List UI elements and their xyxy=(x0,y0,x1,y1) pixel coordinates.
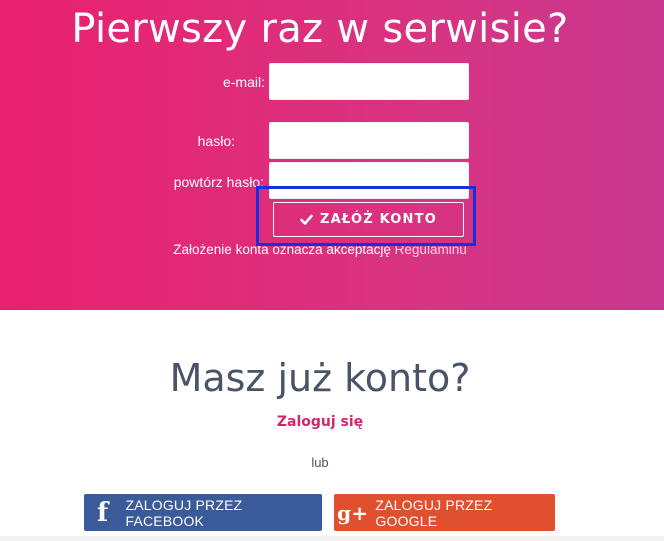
login-link[interactable]: Zaloguj się xyxy=(0,414,640,430)
password-field[interactable] xyxy=(269,122,469,159)
create-account-button[interactable]: ZAŁÓŻ KONTO xyxy=(273,202,464,237)
google-login-label: ZALOGUJ PRZEZ GOOGLE xyxy=(375,496,493,529)
email-field[interactable] xyxy=(269,63,469,100)
create-account-label: ZAŁÓŻ KONTO xyxy=(320,212,437,227)
password-repeat-label: powtórz hasło: xyxy=(173,174,264,190)
facebook-login-label: ZALOGUJ PRZEZ FACEBOOK xyxy=(125,496,243,529)
terms-link[interactable]: Regulaminu xyxy=(395,242,467,257)
or-separator: lub xyxy=(311,455,329,470)
google-plus-icon: g+ xyxy=(337,500,369,525)
terms-text: Założenie konta oznacza akceptację xyxy=(173,242,395,257)
facebook-icon: f xyxy=(97,497,109,528)
footer-divider xyxy=(0,536,664,541)
email-label: e-mail: xyxy=(222,74,265,90)
password-label: hasło: xyxy=(197,133,235,149)
terms-notice: Założenie konta oznacza akceptację Regul… xyxy=(0,242,640,257)
google-login-button[interactable]: g+ ZALOGUJ PRZEZ GOOGLE xyxy=(334,494,555,531)
password-repeat-field[interactable] xyxy=(269,162,469,199)
register-title: Pierwszy raz w serwisie? xyxy=(71,6,569,52)
register-section: Pierwszy raz w serwisie? e-mail: hasło: … xyxy=(0,0,664,310)
facebook-login-button[interactable]: f ZALOGUJ PRZEZ FACEBOOK xyxy=(84,494,322,531)
login-title: Masz już konto? xyxy=(169,356,471,400)
check-icon xyxy=(300,213,313,226)
